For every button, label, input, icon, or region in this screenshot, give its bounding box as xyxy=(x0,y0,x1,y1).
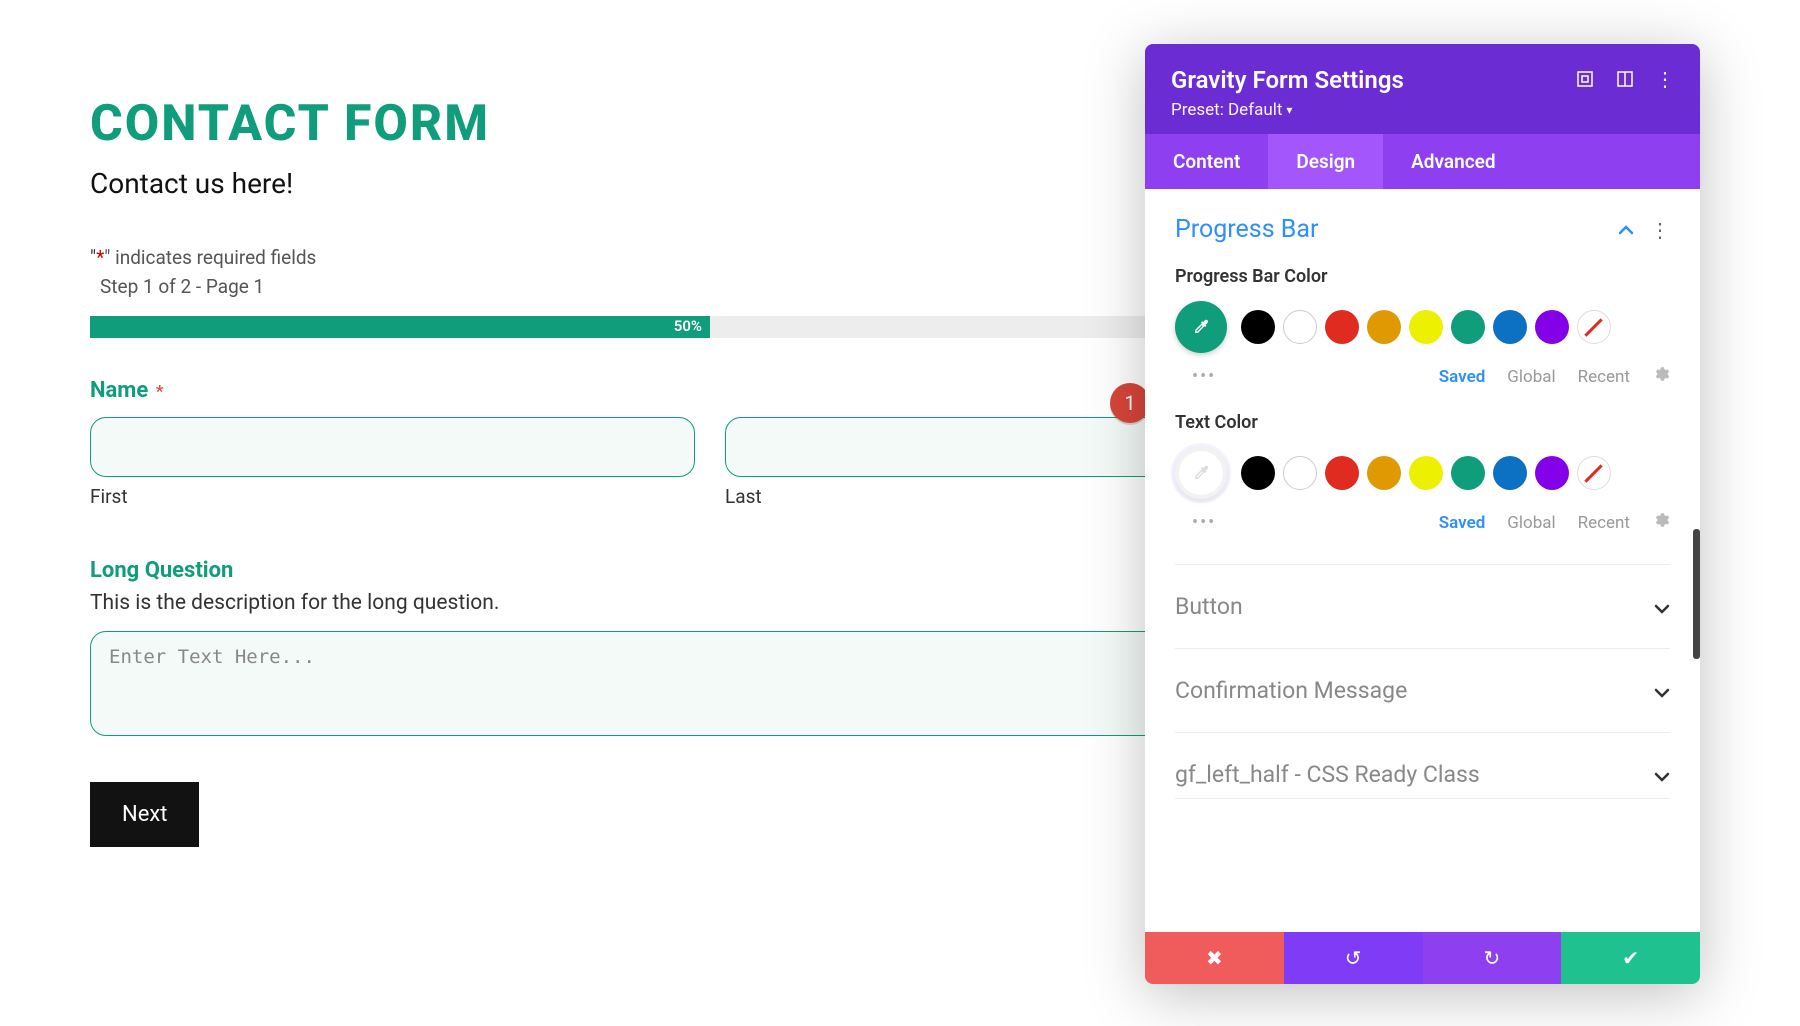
progress-percent: 50% xyxy=(674,317,702,335)
next-button[interactable]: Next xyxy=(90,782,199,847)
section-more-icon[interactable]: ⋮ xyxy=(1650,218,1670,242)
form-subtitle: Contact us here! xyxy=(90,167,1330,200)
redo-button[interactable]: ↻ xyxy=(1423,932,1562,984)
undo-button[interactable]: ↺ xyxy=(1284,932,1423,984)
swatch-blue[interactable] xyxy=(1493,456,1527,490)
more-vertical-icon[interactable]: ⋮ xyxy=(1656,70,1674,88)
swatch-blue[interactable] xyxy=(1493,310,1527,344)
check-icon: ✔ xyxy=(1622,946,1639,970)
swatch-yellow[interactable] xyxy=(1409,310,1443,344)
swatch-red[interactable] xyxy=(1325,310,1359,344)
preset-dropdown[interactable]: Preset: Default ▾ xyxy=(1171,100,1404,120)
chevron-down-icon xyxy=(1654,761,1670,788)
gear-icon[interactable] xyxy=(1652,511,1670,534)
redo-icon: ↻ xyxy=(1483,946,1500,970)
more-swatches-icon[interactable]: ••• xyxy=(1192,512,1216,533)
panel-body: Progress Bar ⋮ Progress Bar Color xyxy=(1145,189,1700,931)
more-swatches-icon[interactable]: ••• xyxy=(1192,366,1216,387)
section-button-label: Button xyxy=(1175,593,1243,620)
columns-icon[interactable] xyxy=(1616,70,1634,88)
long-question-textarea[interactable] xyxy=(90,631,1330,736)
annotation-badge-1: 1 xyxy=(1110,383,1150,423)
panel-title: Gravity Form Settings xyxy=(1171,66,1404,94)
tab-spacer xyxy=(1524,134,1700,189)
palette-tab-saved[interactable]: Saved xyxy=(1439,513,1486,533)
palette-tab-saved[interactable]: Saved xyxy=(1439,367,1486,387)
required-mark-icon: * xyxy=(156,382,164,402)
section-confirmation-message[interactable]: Confirmation Message xyxy=(1175,648,1670,732)
swatch-green[interactable] xyxy=(1451,456,1485,490)
gear-icon[interactable] xyxy=(1652,365,1670,388)
section-css-ready-class[interactable]: gf_left_half - CSS Ready Class xyxy=(1175,732,1670,799)
progress-bar-color-row xyxy=(1175,301,1670,353)
swatch-orange[interactable] xyxy=(1367,310,1401,344)
swatch-purple[interactable] xyxy=(1535,310,1569,344)
section-title: Progress Bar xyxy=(1175,215,1318,244)
swatch-yellow[interactable] xyxy=(1409,456,1443,490)
swatch-green[interactable] xyxy=(1451,310,1485,344)
settings-panel: Gravity Form Settings Preset: Default ▾ … xyxy=(1145,44,1700,984)
first-name-col: First xyxy=(90,417,695,508)
expand-icon[interactable] xyxy=(1576,70,1594,88)
palette-tabs-progress: ••• Saved Global Recent xyxy=(1175,365,1670,388)
text-color-row xyxy=(1175,447,1670,499)
swatches-progress xyxy=(1241,310,1611,344)
tab-advanced[interactable]: Advanced xyxy=(1383,134,1523,189)
required-note: "*" indicates required fields xyxy=(90,246,1330,269)
long-question-desc: This is the description for the long que… xyxy=(90,591,1330,615)
tab-design[interactable]: Design xyxy=(1268,134,1383,189)
contact-form-area: CONTACT FORM Contact us here! "*" indica… xyxy=(90,95,1330,847)
cancel-button[interactable]: ✖ xyxy=(1145,932,1284,984)
undo-icon: ↺ xyxy=(1345,946,1362,970)
confirm-button[interactable]: ✔ xyxy=(1561,932,1700,984)
palette-tab-recent[interactable]: Recent xyxy=(1578,367,1630,387)
palette-tab-global[interactable]: Global xyxy=(1507,513,1555,533)
chevron-down-icon xyxy=(1654,593,1670,620)
scrollbar-thumb[interactable] xyxy=(1693,529,1700,659)
progress-bar: 50% xyxy=(90,316,1330,338)
swatch-black[interactable] xyxy=(1241,456,1275,490)
progress-fill: 50% xyxy=(90,316,710,338)
swatch-red[interactable] xyxy=(1325,456,1359,490)
chevron-up-icon[interactable] xyxy=(1618,220,1634,239)
required-note-text: " indicates required fields xyxy=(104,246,316,269)
first-name-input[interactable] xyxy=(90,417,695,477)
swatch-purple[interactable] xyxy=(1535,456,1569,490)
swatches-text xyxy=(1241,456,1611,490)
eyedropper-button-progress[interactable] xyxy=(1175,301,1227,353)
name-label-text: Name xyxy=(90,378,148,403)
close-icon: ✖ xyxy=(1206,946,1223,970)
chevron-down-icon xyxy=(1654,677,1670,704)
swatch-white[interactable] xyxy=(1283,310,1317,344)
palette-tab-recent[interactable]: Recent xyxy=(1578,513,1630,533)
swatch-none[interactable] xyxy=(1577,310,1611,344)
swatch-white[interactable] xyxy=(1283,456,1317,490)
swatch-none[interactable] xyxy=(1577,456,1611,490)
eyedropper-button-text[interactable] xyxy=(1175,447,1227,499)
long-question-label: Long Question xyxy=(90,558,1330,583)
name-row: First Last xyxy=(90,417,1330,508)
section-css-label: gf_left_half - CSS Ready Class xyxy=(1175,761,1480,788)
palette-tabs-text: ••• Saved Global Recent xyxy=(1175,511,1670,534)
panel-footer: ✖ ↺ ↻ ✔ xyxy=(1145,932,1700,984)
text-color-label: Text Color xyxy=(1175,412,1670,433)
tab-content[interactable]: Content xyxy=(1145,134,1268,189)
panel-tabs: Content Design Advanced xyxy=(1145,134,1700,189)
progress-bar-color-label: Progress Bar Color xyxy=(1175,266,1670,287)
swatch-orange[interactable] xyxy=(1367,456,1401,490)
section-confirmation-label: Confirmation Message xyxy=(1175,677,1407,704)
swatch-black[interactable] xyxy=(1241,310,1275,344)
caret-down-icon: ▾ xyxy=(1286,103,1292,117)
panel-header: Gravity Form Settings Preset: Default ▾ … xyxy=(1145,44,1700,134)
palette-tab-global[interactable]: Global xyxy=(1507,367,1555,387)
section-button[interactable]: Button xyxy=(1175,564,1670,648)
form-title: CONTACT FORM xyxy=(90,95,1330,153)
section-header-progress-bar[interactable]: Progress Bar ⋮ xyxy=(1175,215,1670,244)
first-sublabel: First xyxy=(90,485,695,508)
preset-label: Preset: Default xyxy=(1171,100,1282,120)
